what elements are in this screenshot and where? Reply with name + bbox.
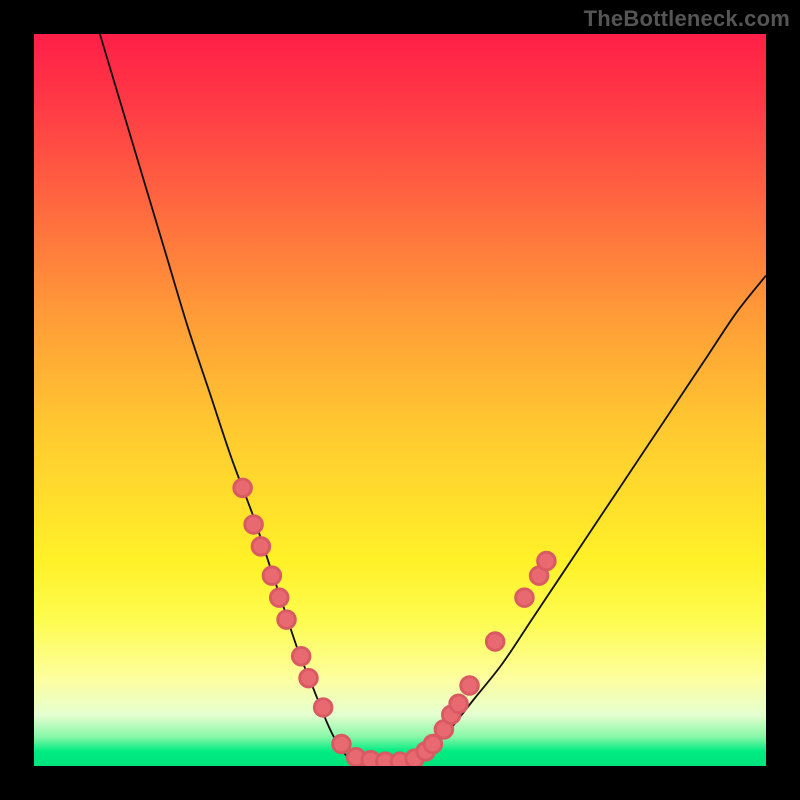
data-point [314, 699, 332, 717]
plot-area [34, 34, 766, 766]
data-point [300, 669, 318, 687]
data-point [516, 589, 534, 607]
data-point [486, 633, 504, 651]
data-point [270, 589, 288, 607]
data-point [263, 567, 281, 585]
curve-group [100, 34, 766, 763]
data-point [461, 677, 479, 695]
watermark-text: TheBottleneck.com [584, 6, 790, 32]
data-point [245, 516, 263, 534]
bottleneck-curve [100, 34, 766, 763]
chart-svg [34, 34, 766, 766]
data-point [333, 735, 351, 753]
data-point [292, 647, 310, 665]
data-point [234, 479, 252, 497]
data-point [538, 552, 556, 570]
data-dots [234, 479, 555, 766]
data-point [450, 695, 468, 713]
chart-frame: TheBottleneck.com [0, 0, 800, 800]
data-point [252, 538, 270, 556]
data-point [278, 611, 296, 629]
